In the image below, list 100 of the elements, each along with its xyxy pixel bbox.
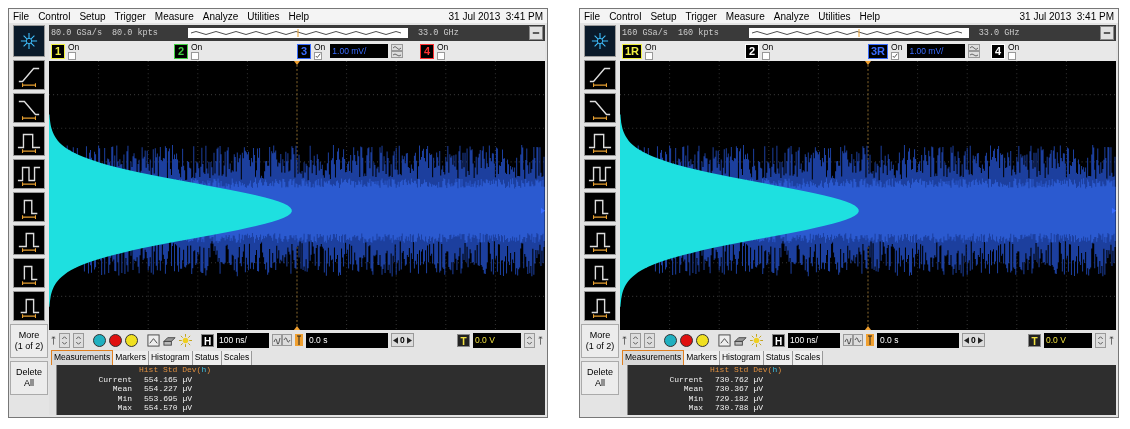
menu-item[interactable]: Control	[609, 8, 642, 24]
arrow-up-icon[interactable]	[622, 335, 627, 345]
channel-checkbox[interactable]	[68, 51, 76, 60]
delete-all-button[interactable]: Delete All	[581, 361, 619, 395]
horizontal-button[interactable]: H	[201, 333, 214, 347]
channel-checkbox[interactable]	[1008, 51, 1016, 60]
channel-scale-field[interactable]: 1.00 mV/	[907, 44, 966, 58]
channel-scale-field[interactable]: 1.00 mV/	[330, 44, 389, 58]
screenshot-icon[interactable]	[147, 333, 160, 347]
menu-item[interactable]: File	[584, 8, 601, 24]
channel-color-button[interactable]	[680, 333, 693, 347]
logo-button[interactable]	[584, 25, 616, 57]
period-icon[interactable]	[13, 159, 45, 189]
channel-number[interactable]: 1R	[622, 43, 643, 59]
channel-color-button[interactable]	[696, 333, 709, 347]
channel-number[interactable]: 4	[420, 43, 434, 59]
menu-item[interactable]: Help	[859, 8, 881, 24]
amplitude-icon[interactable]	[13, 192, 45, 222]
period-icon[interactable]	[584, 159, 616, 189]
tab[interactable]: Status	[192, 351, 222, 365]
delay-field[interactable]: 0.0 s	[306, 332, 388, 348]
arrow-up-icon[interactable]	[1109, 335, 1114, 345]
menu-item[interactable]: Utilities	[818, 8, 851, 24]
arrow-up-icon[interactable]	[538, 335, 543, 345]
falling-edge-icon[interactable]	[584, 93, 616, 123]
right-arrow-icon[interactable]	[977, 336, 983, 344]
overshoot-icon[interactable]	[584, 291, 616, 321]
minimize-button[interactable]	[529, 26, 543, 40]
channel-number[interactable]: 3	[297, 43, 311, 59]
trigger-marker-icon[interactable]	[295, 334, 303, 346]
channel-checkbox[interactable]	[645, 51, 654, 60]
tab[interactable]: Measurements	[51, 350, 114, 365]
tab[interactable]: Histogram	[719, 351, 764, 365]
menu-item[interactable]: Setup	[79, 8, 106, 24]
tab[interactable]: Status	[763, 351, 793, 365]
falling-edge-icon[interactable]	[13, 93, 45, 123]
channel-checkbox[interactable]	[191, 51, 199, 60]
coupling-icon[interactable]	[391, 44, 404, 58]
menu-item[interactable]: Utilities	[247, 8, 280, 24]
trigger-level-spinner[interactable]	[524, 332, 535, 348]
menu-item[interactable]: Help	[288, 8, 310, 24]
menu-item[interactable]: Trigger	[114, 8, 146, 24]
timebase-field[interactable]: 100 ns/	[217, 332, 269, 348]
channel-color-button[interactable]	[664, 333, 677, 347]
delete-all-button[interactable]: Delete All	[10, 361, 48, 395]
menu-item[interactable]: Control	[38, 8, 71, 24]
logo-button[interactable]	[13, 25, 45, 57]
channel-checkbox[interactable]	[762, 51, 770, 60]
tab[interactable]: Markers	[113, 351, 149, 365]
scroll-arrows[interactable]	[644, 332, 655, 348]
tab[interactable]: Histogram	[148, 351, 193, 365]
channel-number[interactable]: 3R	[868, 43, 889, 59]
left-arrow-icon[interactable]	[393, 336, 398, 344]
overshoot-icon[interactable]	[13, 291, 45, 321]
horizontal-button[interactable]: H	[772, 333, 785, 347]
zoom-arrows[interactable]	[630, 332, 641, 348]
more-button[interactable]: More (1 of 2)	[581, 324, 619, 358]
left-arrow-icon[interactable]	[964, 336, 969, 344]
channel-color-button[interactable]	[93, 333, 106, 347]
waveform-icon[interactable]	[843, 334, 863, 346]
coupling-icon[interactable]	[968, 44, 981, 58]
pulse-width-icon[interactable]	[584, 126, 616, 156]
top-level-icon[interactable]	[584, 258, 616, 288]
tab[interactable]: Measurements	[622, 350, 685, 365]
channel-color-button[interactable]	[125, 333, 138, 347]
minimize-button[interactable]	[1100, 26, 1114, 40]
rising-edge-icon[interactable]	[13, 60, 45, 90]
trigger-level-field[interactable]: 0.0 V	[1044, 332, 1092, 348]
channel-number[interactable]: 2	[174, 43, 188, 59]
top-level-icon[interactable]	[13, 258, 45, 288]
channel-checkbox[interactable]	[437, 51, 445, 60]
arrow-up-icon[interactable]	[51, 335, 56, 345]
scrollbar[interactable]	[49, 365, 57, 415]
trigger-level-spinner[interactable]	[1095, 332, 1106, 348]
menu-item[interactable]: Setup	[650, 8, 677, 24]
channel-color-button[interactable]	[109, 333, 122, 347]
tab[interactable]: Scales	[792, 351, 824, 365]
channel-checkbox[interactable]	[314, 51, 322, 60]
amplitude-icon[interactable]	[584, 192, 616, 222]
menu-item[interactable]: Measure	[725, 8, 765, 24]
scrollbar[interactable]	[620, 365, 628, 415]
timebase-field[interactable]: 100 ns/	[788, 332, 840, 348]
rising-edge-icon[interactable]	[584, 60, 616, 90]
pulse-width-icon[interactable]	[13, 126, 45, 156]
delay-field[interactable]: 0.0 s	[877, 332, 959, 348]
right-arrow-icon[interactable]	[406, 336, 412, 344]
base-level-icon[interactable]	[13, 225, 45, 255]
screenshot-icon[interactable]	[718, 333, 731, 347]
base-level-icon[interactable]	[584, 225, 616, 255]
menu-item[interactable]: File	[13, 8, 30, 24]
more-button[interactable]: More (1 of 2)	[10, 324, 48, 358]
scroll-arrows[interactable]	[73, 332, 84, 348]
waveform-icon[interactable]	[272, 334, 292, 346]
menu-item[interactable]: Analyze	[202, 8, 239, 24]
tab[interactable]: Markers	[684, 351, 720, 365]
channel-number[interactable]: 2	[745, 43, 759, 59]
trigger-level-field[interactable]: 0.0 V	[473, 332, 521, 348]
trigger-button[interactable]: T	[1028, 333, 1041, 347]
channel-number[interactable]: 1	[51, 43, 65, 59]
trigger-button[interactable]: T	[457, 333, 470, 347]
